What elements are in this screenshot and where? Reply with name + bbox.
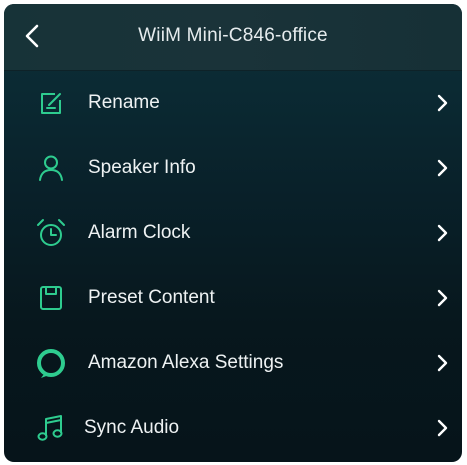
chevron-left-icon xyxy=(25,24,39,48)
menu-item-sync-audio[interactable]: Sync Audio xyxy=(4,395,462,460)
menu-item-label: Sync Audio xyxy=(84,416,180,438)
menu-item-label: Rename xyxy=(88,91,160,113)
chevron-right-icon xyxy=(434,93,450,113)
chevron-right-icon xyxy=(434,418,450,438)
chevron-right-icon xyxy=(434,288,450,308)
preset-icon xyxy=(34,281,68,315)
menu-item-label: Alarm Clock xyxy=(88,221,191,243)
user-icon xyxy=(34,151,68,185)
menu-item-alarm-clock[interactable]: Alarm Clock xyxy=(4,200,462,265)
settings-screen: WiiM Mini-C846-office Rename Speaker Inf… xyxy=(4,4,462,462)
menu-item-rename[interactable]: Rename xyxy=(4,70,462,135)
music-note-icon xyxy=(34,411,68,445)
menu-item-label: Amazon Alexa Settings xyxy=(88,351,284,373)
chevron-right-icon xyxy=(434,353,450,373)
alexa-icon xyxy=(34,346,68,380)
chevron-right-icon xyxy=(434,223,450,243)
header-bar: WiiM Mini-C846-office xyxy=(4,4,462,71)
edit-icon xyxy=(34,86,68,120)
alarm-clock-icon xyxy=(34,216,68,250)
settings-menu: Rename Speaker Info Alarm Clock Preset C… xyxy=(4,70,462,460)
menu-item-speaker-info[interactable]: Speaker Info xyxy=(4,135,462,200)
menu-item-preset-content[interactable]: Preset Content xyxy=(4,265,462,330)
page-title: WiiM Mini-C846-office xyxy=(138,25,328,46)
back-button[interactable] xyxy=(12,16,52,56)
chevron-right-icon xyxy=(434,158,450,178)
menu-item-label: Speaker Info xyxy=(88,156,196,178)
menu-item-label: Preset Content xyxy=(88,286,215,308)
menu-item-alexa-settings[interactable]: Amazon Alexa Settings xyxy=(4,330,462,395)
